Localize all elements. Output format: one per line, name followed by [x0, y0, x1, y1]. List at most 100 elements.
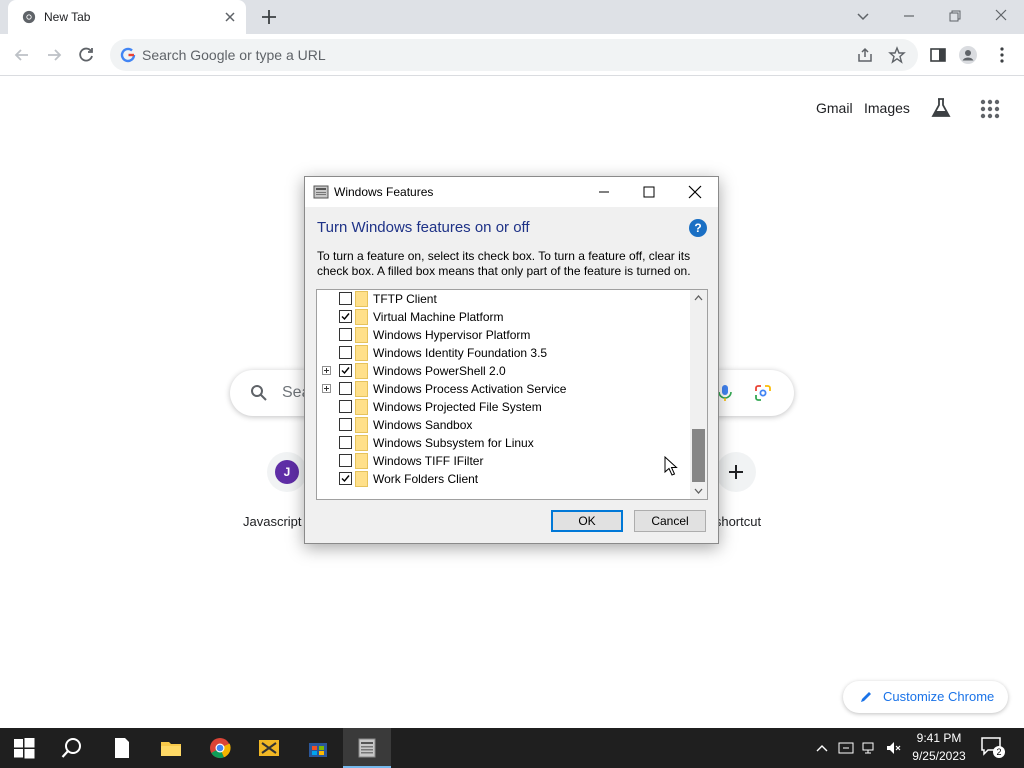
- restore-icon[interactable]: [944, 6, 966, 26]
- feature-checkbox[interactable]: [339, 454, 352, 467]
- expand-icon[interactable]: [322, 384, 331, 393]
- reload-icon[interactable]: [76, 45, 96, 65]
- feature-row[interactable]: Virtual Machine Platform: [317, 308, 691, 326]
- dialog-close-icon[interactable]: [686, 183, 704, 201]
- cancel-button[interactable]: Cancel: [634, 510, 706, 532]
- taskbar-app-yellow[interactable]: [245, 728, 293, 768]
- labs-flask-icon[interactable]: [930, 97, 952, 119]
- add-shortcut-button[interactable]: [716, 452, 756, 492]
- feature-label: Work Folders Client: [373, 472, 479, 486]
- features-list[interactable]: TFTP Client Virtual Machine Platform Windo…: [316, 289, 708, 500]
- feature-checkbox[interactable]: [339, 436, 352, 449]
- taskbar-file-explorer[interactable]: [147, 728, 195, 768]
- dialog-heading: Turn Windows features on or off: [317, 219, 530, 236]
- feature-row[interactable]: Windows Sandbox: [317, 416, 691, 434]
- back-icon[interactable]: [12, 45, 32, 65]
- feature-checkbox[interactable]: [339, 328, 352, 341]
- google-apps-icon[interactable]: [979, 98, 1001, 120]
- minimize-icon[interactable]: [898, 6, 920, 26]
- feature-row[interactable]: Windows PowerShell 2.0: [317, 362, 691, 380]
- security-tray-icon[interactable]: [838, 740, 854, 756]
- folder-icon: [161, 742, 181, 756]
- feature-row[interactable]: Windows Projected File System: [317, 398, 691, 416]
- address-bar[interactable]: Search Google or type a URL: [110, 39, 918, 71]
- taskbar-windows-features[interactable]: [343, 728, 391, 768]
- feature-label: TFTP Client: [373, 292, 437, 306]
- windows-features-dialog: Windows Features Turn Windows features o…: [304, 176, 719, 544]
- feature-row[interactable]: Windows Process Activation Service: [317, 380, 691, 398]
- feature-checkbox[interactable]: [339, 382, 352, 395]
- scroll-up-icon[interactable]: [690, 290, 707, 306]
- tab-search-icon[interactable]: [852, 6, 874, 26]
- folder-icon: [355, 345, 368, 361]
- plus-icon: [729, 465, 743, 479]
- ok-button[interactable]: OK: [551, 510, 623, 532]
- feature-row[interactable]: TFTP Client: [317, 290, 691, 308]
- mouse-cursor-icon: [664, 456, 678, 476]
- start-button[interactable]: [0, 728, 48, 768]
- taskbar-search[interactable]: [48, 728, 96, 768]
- dialog-titlebar[interactable]: Windows Features: [305, 177, 718, 207]
- windows-features-app-icon: [313, 185, 329, 199]
- bookmark-star-icon[interactable]: [888, 46, 906, 64]
- gmail-link[interactable]: Gmail: [816, 100, 853, 116]
- help-icon[interactable]: ?: [689, 219, 707, 237]
- share-icon[interactable]: [856, 46, 874, 64]
- feature-checkbox[interactable]: [339, 472, 352, 485]
- taskbar-notepad[interactable]: [98, 728, 146, 768]
- chevron-up-icon[interactable]: [814, 740, 830, 756]
- feature-row[interactable]: Windows Identity Foundation 3.5: [317, 344, 691, 362]
- customize-chrome-label: Customize Chrome: [883, 689, 995, 704]
- dialog-minimize-icon[interactable]: [595, 183, 613, 201]
- address-placeholder: Search Google or type a URL: [142, 47, 326, 63]
- side-panel-icon[interactable]: [928, 45, 948, 65]
- shortcut-avatar: J: [275, 460, 299, 484]
- feature-checkbox[interactable]: [339, 346, 352, 359]
- notification-center-button[interactable]: 2: [980, 736, 1006, 760]
- network-icon[interactable]: [862, 740, 878, 756]
- profile-avatar-icon[interactable]: [958, 45, 978, 65]
- feature-checkbox[interactable]: [339, 364, 352, 377]
- taskbar-store[interactable]: [294, 728, 342, 768]
- browser-toolbar: Search Google or type a URL: [0, 34, 1024, 76]
- tab-new-tab[interactable]: New Tab: [8, 0, 246, 34]
- feature-label: Windows TIFF IFilter: [373, 454, 484, 468]
- dialog-maximize-icon[interactable]: [640, 183, 658, 201]
- feature-row[interactable]: Windows TIFF IFilter: [317, 452, 691, 470]
- dialog-description: To turn a feature on, select its check b…: [317, 249, 691, 278]
- feature-row[interactable]: Windows Hypervisor Platform: [317, 326, 691, 344]
- scrollbar-thumb[interactable]: [692, 429, 705, 482]
- new-tab-icon[interactable]: [260, 8, 278, 26]
- menu-kebab-icon[interactable]: [992, 45, 1012, 65]
- folder-icon: [355, 453, 368, 469]
- feature-label: Windows Subsystem for Linux: [373, 436, 534, 450]
- shortcut-javascript[interactable]: J: [267, 452, 307, 492]
- feature-label: Windows Sandbox: [373, 418, 473, 432]
- customize-chrome-button[interactable]: Customize Chrome: [843, 681, 1008, 713]
- volume-muted-icon[interactable]: [886, 740, 902, 756]
- checkmark-icon: [341, 475, 350, 483]
- images-link[interactable]: Images: [864, 100, 910, 116]
- scroll-down-icon[interactable]: [690, 483, 707, 499]
- taskbar-chrome[interactable]: [196, 728, 244, 768]
- folder-icon: [355, 363, 368, 379]
- vertical-scrollbar[interactable]: [690, 290, 707, 499]
- close-tab-icon[interactable]: [222, 9, 238, 25]
- feature-row[interactable]: Work Folders Client: [317, 470, 691, 488]
- feature-checkbox[interactable]: [339, 418, 352, 431]
- folder-icon: [355, 471, 368, 487]
- feature-row[interactable]: Windows Subsystem for Linux: [317, 434, 691, 452]
- expand-icon[interactable]: [322, 366, 331, 375]
- feature-checkbox[interactable]: [339, 292, 352, 305]
- windows-logo-icon: [14, 738, 35, 759]
- feature-checkbox[interactable]: [339, 310, 352, 323]
- store-icon: [309, 743, 327, 757]
- google-g-icon: [120, 47, 136, 63]
- feature-checkbox[interactable]: [339, 400, 352, 413]
- close-window-icon[interactable]: [990, 6, 1012, 26]
- feature-label: Windows Projected File System: [373, 400, 542, 414]
- forward-icon[interactable]: [44, 45, 64, 65]
- google-lens-icon[interactable]: [754, 384, 772, 402]
- clock-date[interactable]: 9/25/2023: [906, 749, 972, 763]
- clock-time[interactable]: 9:41 PM: [906, 731, 972, 745]
